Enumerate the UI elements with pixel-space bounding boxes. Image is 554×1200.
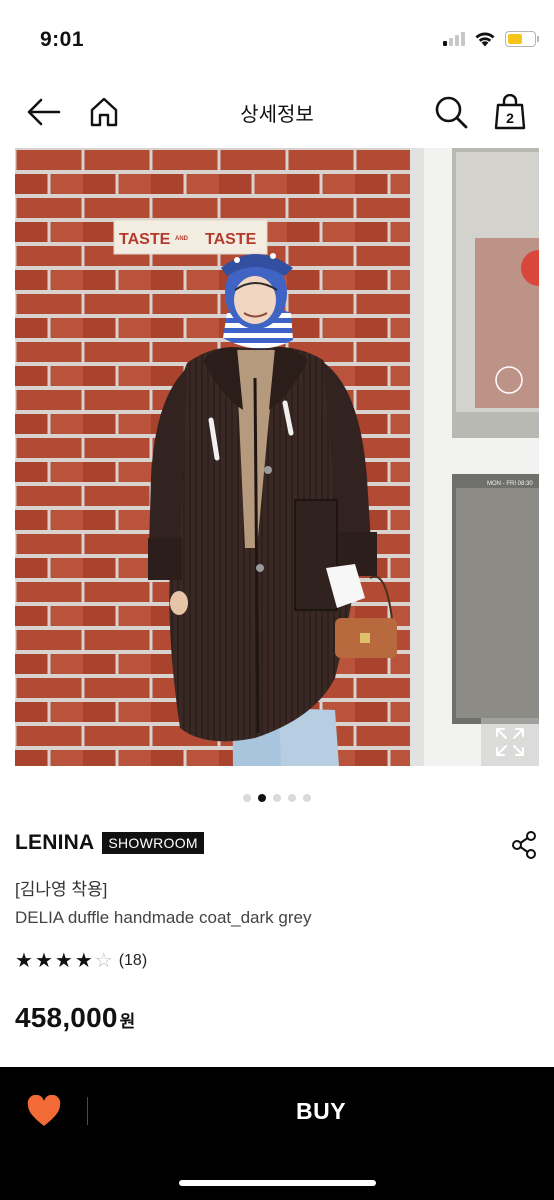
search-icon [435,96,468,129]
sign-text-left: TASTE [119,231,171,248]
sign-text-right: TASTE [205,231,257,248]
star-empty-icon: ☆ [94,950,113,972]
share-icon [512,831,536,859]
cart-count: 2 [506,110,514,126]
brand-row: LENINA SHOWROOM [15,831,204,855]
status-icons [443,30,539,47]
star-filled-icon: ★ [74,950,93,972]
expand-image-button[interactable] [481,718,539,766]
pagination-dot[interactable] [243,794,251,802]
pagination-dot[interactable] [303,794,311,802]
price-row: 458,000 원 [15,1002,135,1034]
pagination-dot-active[interactable] [258,794,266,802]
currency: 원 [119,1012,136,1031]
star-filled-icon: ★ [15,950,33,972]
product-photo: MON - FRI 08:30 TASTE AND TASTE [15,148,539,766]
status-bar: 9:01 [0,0,554,78]
share-button[interactable] [510,830,538,860]
heart-icon [27,1094,61,1126]
home-button[interactable] [84,92,124,132]
showroom-badge: SHOWROOM [102,832,204,854]
star-filled-icon: ★ [34,950,53,972]
buy-button[interactable]: BUY [88,1083,554,1139]
search-button[interactable] [431,92,471,132]
image-pagination [0,794,554,802]
back-arrow-icon [27,98,61,126]
price: 458,000 [15,1002,118,1033]
back-button[interactable] [24,92,64,132]
product-image[interactable]: MON - FRI 08:30 TASTE AND TASTE [15,148,539,766]
pagination-dot[interactable] [273,794,281,802]
review-count: (18) [118,952,148,969]
shopping-bag-icon: 2 [494,94,526,130]
cart-button[interactable]: 2 [490,92,530,132]
nav-bar: 상세정보 2 [0,78,554,148]
door-hours-text: MON - FRI 08:30 [487,481,533,487]
expand-icon [496,728,524,756]
home-icon [90,97,118,127]
pagination-dot[interactable] [288,794,296,802]
status-time: 9:01 [40,28,85,51]
sign-text-mid: AND [175,236,189,242]
product-name: DELIA duffle handmade coat_dark grey [15,908,312,927]
battery-icon [505,30,539,47]
wifi-icon [475,32,495,47]
product-subtitle: [김나영 착용] [15,880,108,899]
home-indicator [179,1180,376,1186]
wishlist-button[interactable] [26,1094,62,1129]
bottom-action-bar: BUY [0,1067,554,1200]
rating-row[interactable]: ★ ★ ★ ★ ☆ (18) [15,950,147,972]
brand-name[interactable]: LENINA [15,831,94,855]
signal-icon [443,31,465,46]
star-filled-icon: ★ [54,950,73,972]
